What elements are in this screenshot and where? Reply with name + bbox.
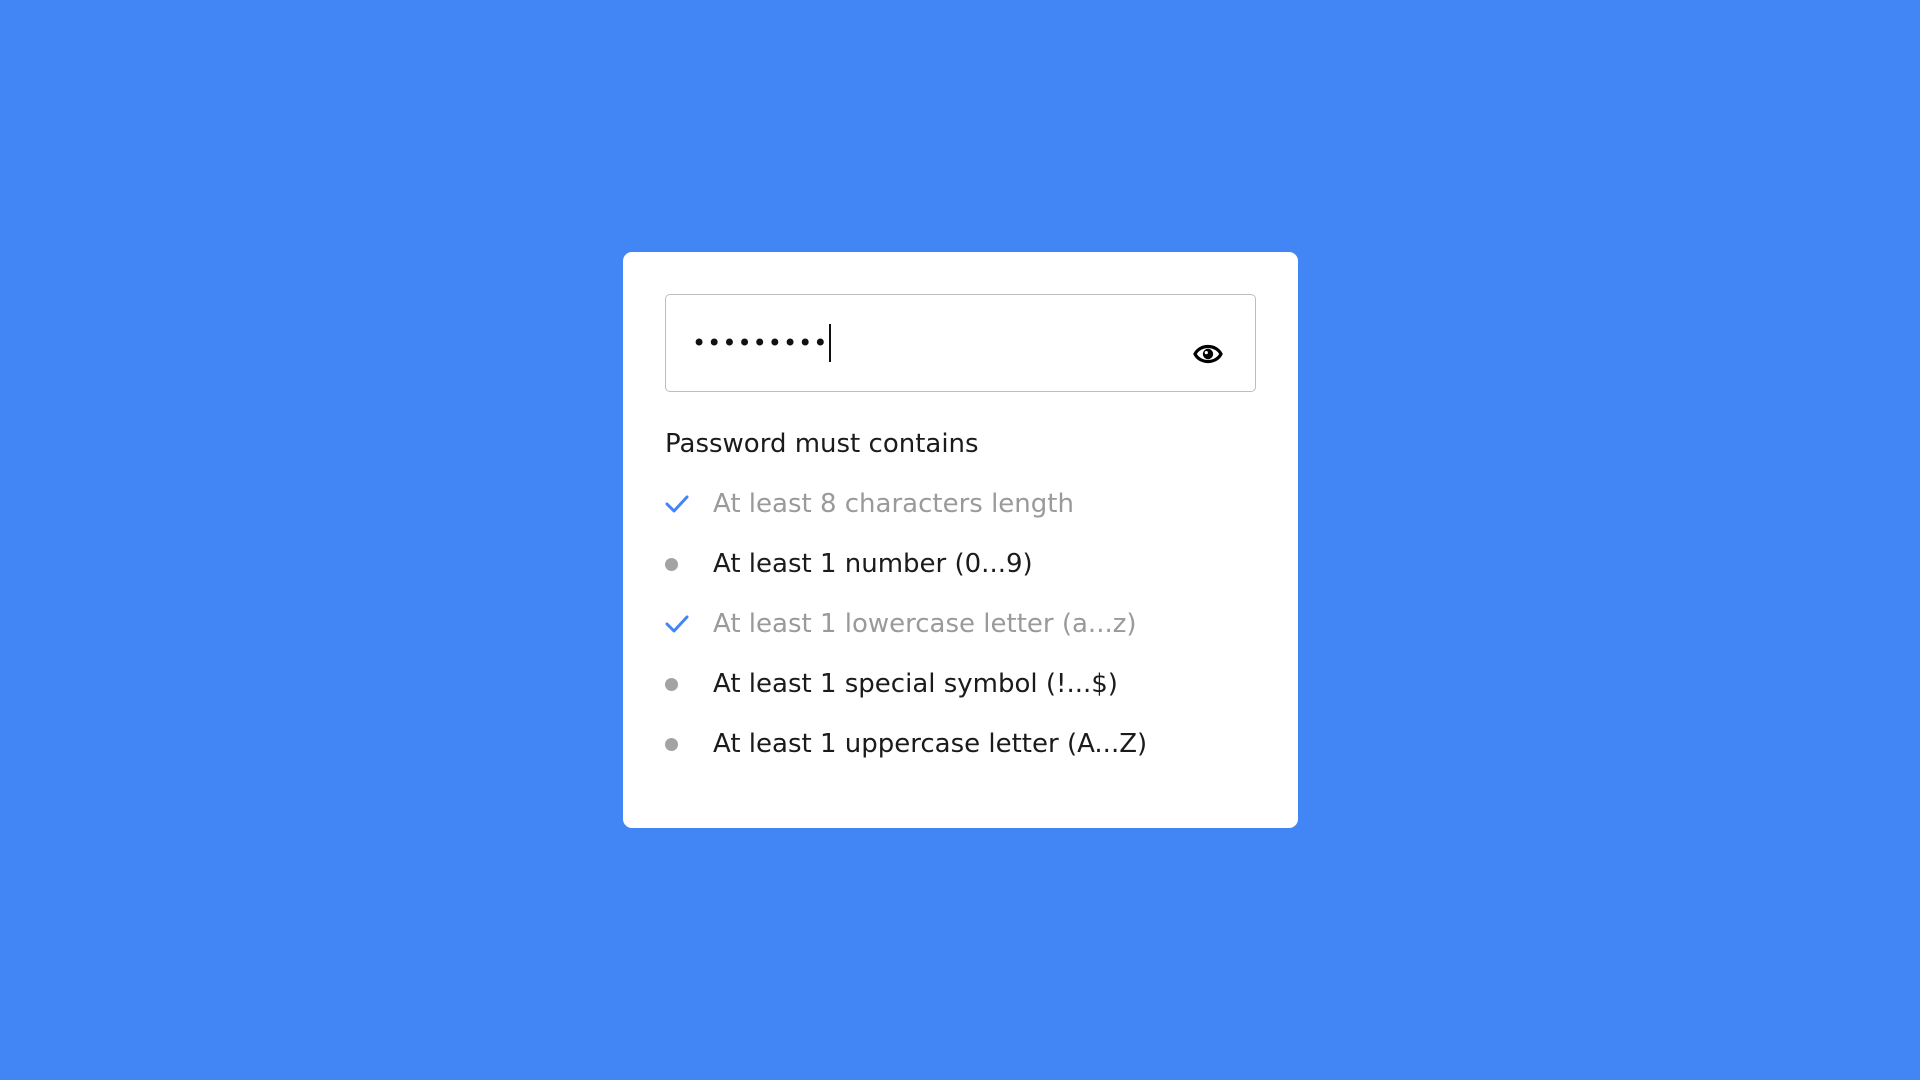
bullet-dot	[665, 737, 678, 751]
requirement-label: At least 1 special symbol (!...$)	[713, 669, 1118, 699]
bullet-dot-icon	[665, 664, 691, 704]
bullet-dot	[665, 677, 678, 691]
bullet-dot-icon	[665, 544, 691, 584]
checkmark-icon	[665, 484, 691, 524]
eye-icon[interactable]	[1193, 341, 1223, 367]
requirement-label: At least 1 number (0...9)	[713, 549, 1033, 579]
requirements-heading: Password must contains	[665, 429, 979, 459]
checkmark-icon	[665, 604, 691, 644]
password-value: •••••••••	[692, 323, 832, 363]
requirement-label: At least 8 characters length	[713, 489, 1074, 519]
password-card: ••••••••• Password must contains At leas…	[623, 252, 1298, 828]
bullet-dot-icon	[665, 724, 691, 764]
requirement-label: At least 1 uppercase letter (A...Z)	[713, 729, 1148, 759]
password-input[interactable]: •••••••••	[665, 294, 1256, 392]
requirement-label: At least 1 lowercase letter (a...z)	[713, 609, 1137, 639]
bullet-dot	[665, 557, 678, 571]
text-caret	[829, 324, 832, 362]
password-masked-text: •••••••••	[692, 329, 829, 357]
